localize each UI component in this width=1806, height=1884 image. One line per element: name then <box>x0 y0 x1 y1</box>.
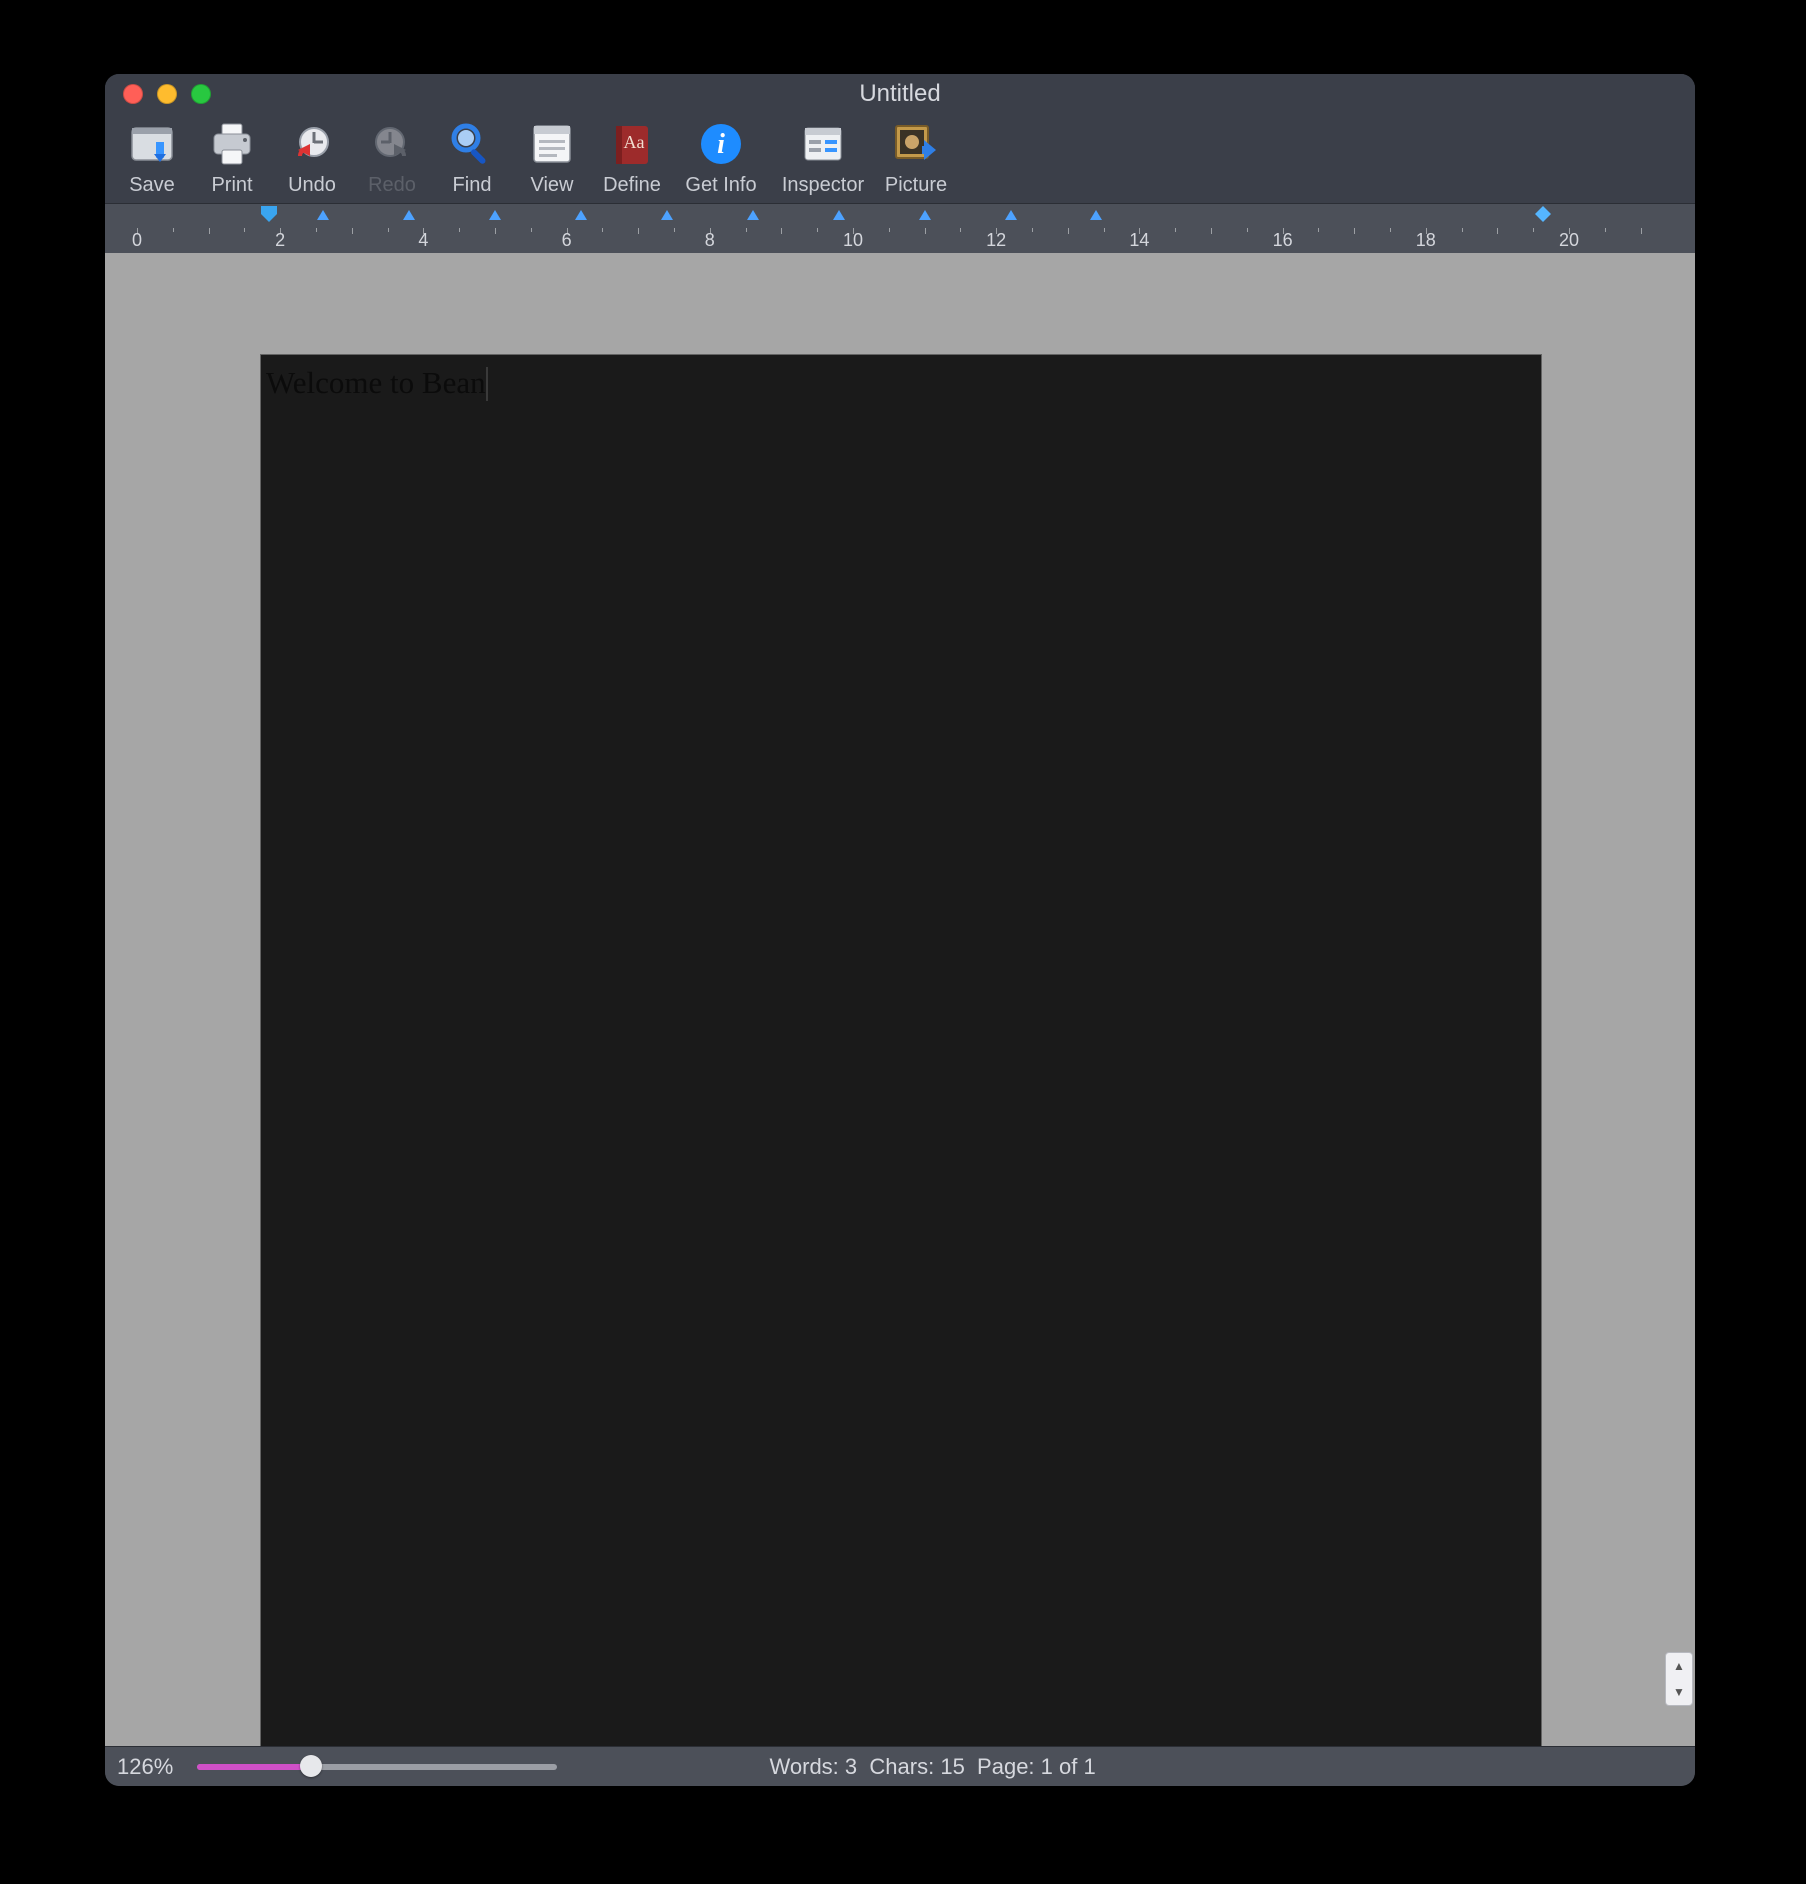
tab-stop[interactable] <box>833 210 845 220</box>
toolbar-label: Find <box>453 174 492 197</box>
ruler-tab-row[interactable] <box>105 204 1695 228</box>
tab-stop[interactable] <box>919 210 931 220</box>
ruler-tick-label: 20 <box>1559 230 1579 251</box>
ruler[interactable]: 0 2 4 6 8 10 12 14 16 18 20 <box>105 203 1695 253</box>
right-indent-marker[interactable] <box>1535 206 1551 227</box>
toolbar-label: Inspector <box>782 174 864 197</box>
save-icon <box>126 118 178 170</box>
ruler-tick-label: 2 <box>275 230 285 251</box>
ruler-tick-label: 4 <box>418 230 428 251</box>
undo-icon <box>286 118 338 170</box>
titlebar[interactable]: Untitled <box>105 74 1695 114</box>
toolbar-label: Picture <box>885 174 947 197</box>
inspector-icon <box>797 118 849 170</box>
ruler-tick-label: 12 <box>986 230 1006 251</box>
redo-icon <box>366 118 418 170</box>
picture-icon <box>890 118 942 170</box>
ruler-tick-label: 16 <box>1273 230 1293 251</box>
text-cursor <box>486 367 488 401</box>
app-window: Untitled Save <box>105 74 1695 1786</box>
page-stepper[interactable]: ▲ ▼ <box>1665 1652 1693 1706</box>
undo-button[interactable]: Undo <box>275 118 349 197</box>
redo-button[interactable]: Redo <box>355 118 429 197</box>
ruler-tick-label: 0 <box>132 230 142 251</box>
print-button[interactable]: Print <box>195 118 269 197</box>
tab-stop[interactable] <box>575 210 587 220</box>
tab-stop[interactable] <box>1005 210 1017 220</box>
tab-stop[interactable] <box>747 210 759 220</box>
toolbar-label: Undo <box>288 174 336 197</box>
ruler-tick-label: 6 <box>562 230 572 251</box>
close-button[interactable] <box>123 84 143 104</box>
printer-icon <box>206 118 258 170</box>
view-icon <box>526 118 578 170</box>
tab-stop[interactable] <box>403 210 415 220</box>
toolbar-label: Print <box>211 174 252 197</box>
view-button[interactable]: View <box>515 118 589 197</box>
toolbar-label: Redo <box>368 174 416 197</box>
document-canvas[interactable]: Welcome to Bean ▲ ▼ <box>105 253 1695 1746</box>
minimize-button[interactable] <box>157 84 177 104</box>
left-indent-marker[interactable] <box>261 206 277 229</box>
zoom-button[interactable] <box>191 84 211 104</box>
svg-text:Aa: Aa <box>624 132 645 152</box>
tab-stop[interactable] <box>489 210 501 220</box>
save-button[interactable]: Save <box>115 118 189 197</box>
stepper-up-icon[interactable]: ▲ <box>1673 1659 1685 1673</box>
svg-text:i: i <box>717 129 725 160</box>
get-info-button[interactable]: i Get Info <box>675 118 767 197</box>
ruler-tick-label: 18 <box>1416 230 1436 251</box>
toolbar-label: Define <box>603 174 661 197</box>
zoom-slider[interactable] <box>197 1760 557 1774</box>
toolbar-label: Get Info <box>685 174 756 197</box>
ruler-scale: 0 2 4 6 8 10 12 14 16 18 20 <box>105 228 1695 254</box>
inspector-button[interactable]: Inspector <box>773 118 873 197</box>
toolbar-label: View <box>531 174 574 197</box>
toolbar: Save Print <box>105 114 1695 203</box>
tab-stop[interactable] <box>661 210 673 220</box>
window-title: Untitled <box>859 80 940 108</box>
document-text[interactable]: Welcome to Bean <box>266 365 488 403</box>
tab-stop[interactable] <box>317 210 329 220</box>
define-button[interactable]: Aa Define <box>595 118 669 197</box>
find-button[interactable]: Find <box>435 118 509 197</box>
zoom-level: 126% <box>117 1754 177 1780</box>
stepper-down-icon[interactable]: ▼ <box>1673 1685 1685 1699</box>
status-info: Words: 3 Chars: 15 Page: 1 of 1 <box>770 1754 1096 1780</box>
dictionary-icon: Aa <box>606 118 658 170</box>
toolbar-label: Save <box>129 174 175 197</box>
ruler-tick-label: 14 <box>1129 230 1149 251</box>
zoom-knob[interactable] <box>300 1755 322 1777</box>
zoom-fill <box>197 1764 307 1770</box>
page[interactable]: Welcome to Bean <box>261 355 1541 1746</box>
ruler-tick-label: 10 <box>843 230 863 251</box>
tab-stop[interactable] <box>1090 210 1102 220</box>
traffic-lights <box>123 84 211 104</box>
ruler-tick-label: 8 <box>705 230 715 251</box>
statusbar: 126% Words: 3 Chars: 15 Page: 1 of 1 <box>105 1746 1695 1786</box>
info-icon: i <box>695 118 747 170</box>
magnifier-icon <box>446 118 498 170</box>
picture-button[interactable]: Picture <box>879 118 953 197</box>
